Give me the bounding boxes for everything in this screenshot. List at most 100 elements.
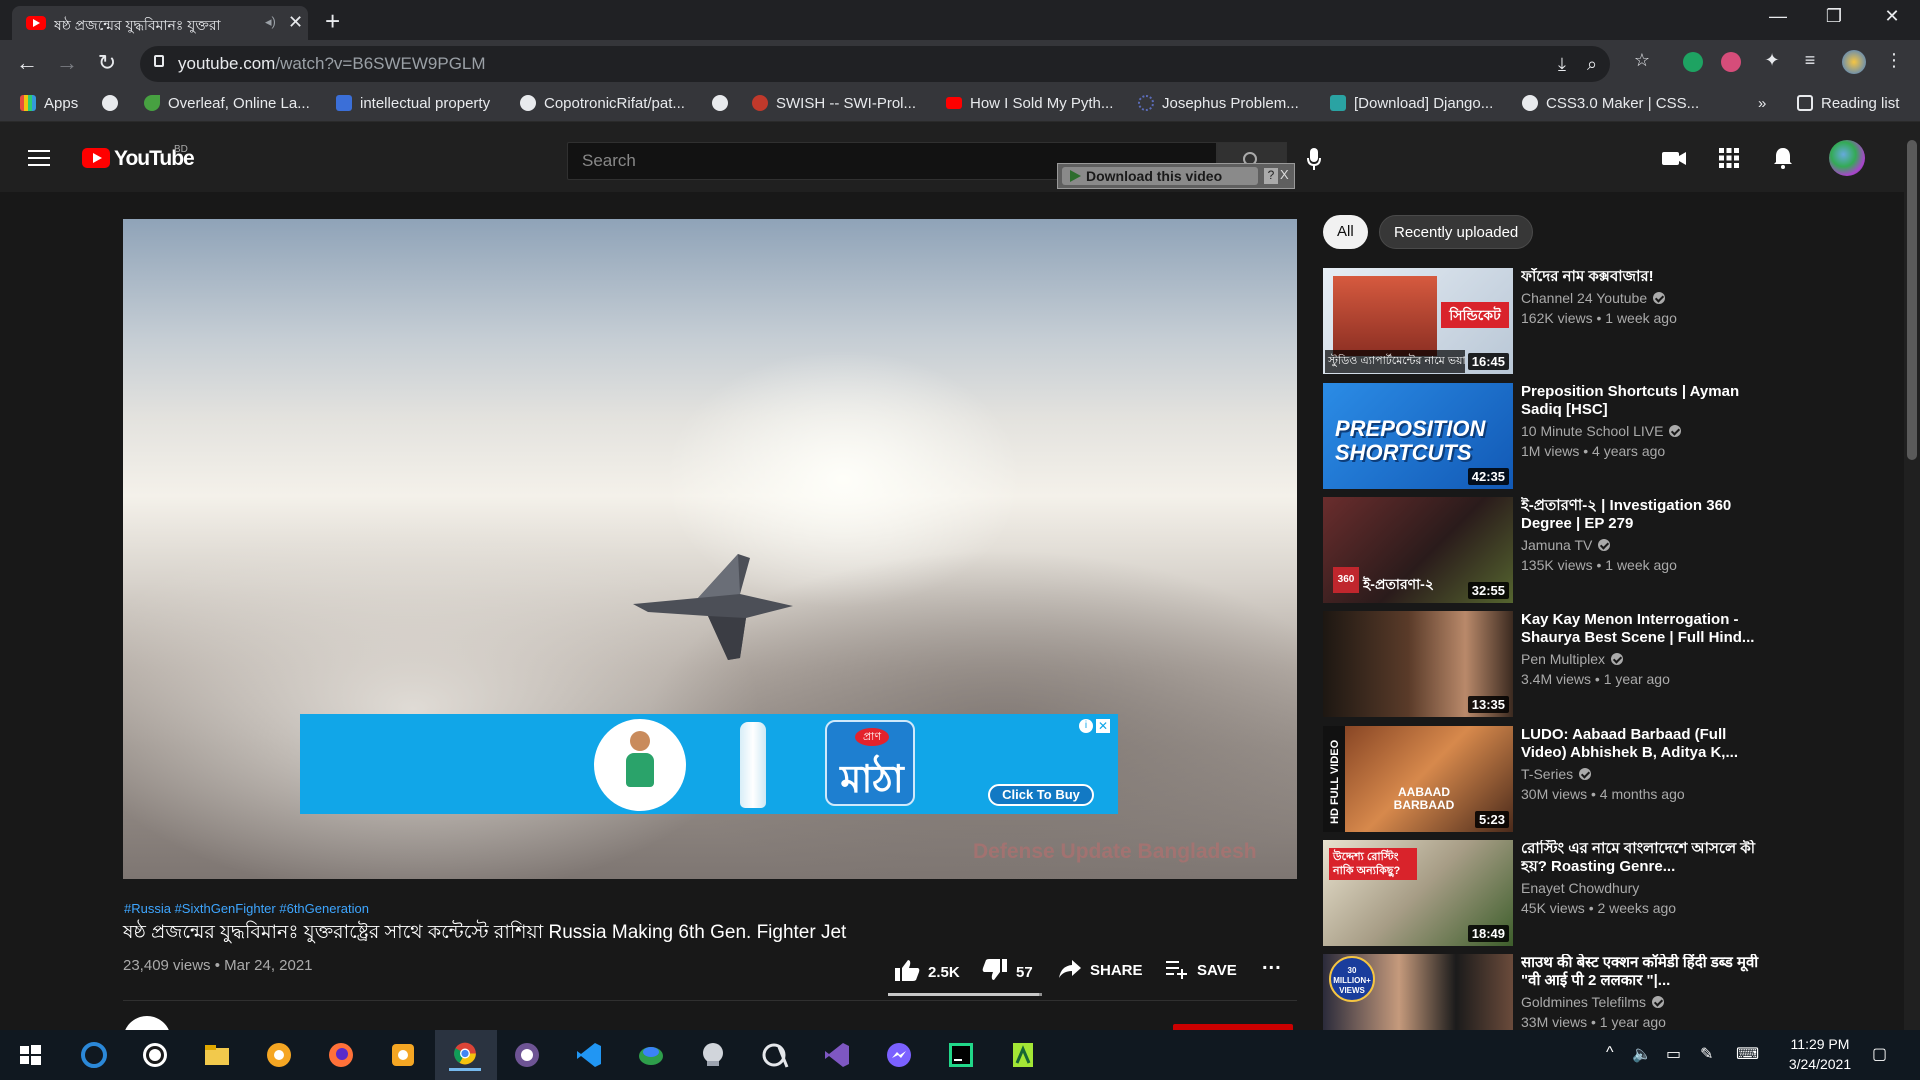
recommendation-item[interactable]: PREPOSITION SHORTCUTS 42:35 Preposition … xyxy=(1323,383,1763,489)
bookmark-apps[interactable]: Apps xyxy=(20,95,78,112)
recommendation-item[interactable]: 360 ই-প্রতারণা-২ 32:55 ই-প্রতারণা-২ | In… xyxy=(1323,497,1763,603)
recommendation-title[interactable]: Kay Kay Menon Interrogation - Shaurya Be… xyxy=(1521,611,1761,647)
recommendation-title[interactable]: LUDO: Aabaad Barbaad (Full Video) Abhish… xyxy=(1521,726,1761,762)
close-window-icon[interactable]: ✕ xyxy=(1872,6,1912,27)
bookmark-star-icon[interactable]: ☆ xyxy=(1630,50,1654,71)
ad-close-icon[interactable]: ✕ xyxy=(1096,719,1110,733)
microphone-icon[interactable] xyxy=(1307,148,1321,170)
ad-info-icon[interactable]: i xyxy=(1079,719,1093,733)
video-thumbnail[interactable]: 360 ই-প্রতারণা-২ 32:55 xyxy=(1323,497,1513,603)
show-hidden-icons[interactable]: ^ xyxy=(1606,1044,1614,1062)
app-icon[interactable] xyxy=(1007,1039,1039,1071)
like-button[interactable]: 2.5K xyxy=(894,958,960,982)
recommendation-item[interactable]: সিন্ডিকেট স্টুডিও এ্যাপার্টমেন্টের নামে … xyxy=(1323,268,1763,374)
file-explorer-icon[interactable] xyxy=(201,1039,233,1071)
network-icon[interactable]: ▭ xyxy=(1666,1044,1681,1064)
chrome-icon[interactable] xyxy=(449,1039,481,1071)
extensions-puzzle-icon[interactable]: ✦ xyxy=(1760,50,1784,71)
clock-time[interactable]: 11:29 PM xyxy=(1780,1036,1860,1052)
video-thumbnail[interactable]: HD FULL VIDEO AABAAD BARBAAD 5:23 xyxy=(1323,726,1513,832)
dislike-button[interactable]: 57 xyxy=(982,958,1033,982)
youtube-logo-icon[interactable] xyxy=(82,148,110,168)
vscode-icon[interactable] xyxy=(573,1039,605,1071)
forward-arrow-icon[interactable]: → xyxy=(52,50,82,76)
recommendation-item[interactable]: 30 MILLION+ VIEWS साउथ की बेस्ट एक्शन कॉ… xyxy=(1323,954,1763,1030)
scrollbar-thumb[interactable] xyxy=(1907,140,1917,460)
download-video-button[interactable]: Download this video xyxy=(1062,167,1258,185)
messenger-icon[interactable] xyxy=(883,1039,915,1071)
search-assistant-icon[interactable] xyxy=(78,1039,110,1071)
apps-grid-icon[interactable] xyxy=(1716,146,1742,170)
video-player[interactable]: Defense Update Bangladesh প্রাণ মাঠা Cli… xyxy=(123,219,1297,879)
recommendation-channel[interactable]: Pen Multiplex xyxy=(1521,651,1624,667)
account-avatar[interactable] xyxy=(1829,140,1865,176)
whatsapp-icon[interactable] xyxy=(139,1039,171,1071)
bookmark-css-maker[interactable]: CSS3.0 Maker | CSS... xyxy=(1522,95,1699,112)
create-video-icon[interactable] xyxy=(1661,146,1687,170)
browser-icon[interactable] xyxy=(263,1039,295,1071)
more-actions-button[interactable]: ... xyxy=(1262,952,1282,975)
zoom-icon[interactable]: ⌕ xyxy=(1580,54,1604,75)
bookmark-youtube[interactable]: How I Sold My Pyth... xyxy=(946,95,1113,112)
windows-start-icon[interactable] xyxy=(14,1039,46,1071)
pen-icon[interactable]: ✎ xyxy=(1700,1044,1713,1064)
recommendation-title[interactable]: ই-প্রতারণা-২ | Investigation 360 Degree … xyxy=(1521,497,1761,533)
notifications-bell-icon[interactable] xyxy=(1770,146,1796,170)
extension-icon[interactable] xyxy=(1721,52,1741,72)
keyboard-icon[interactable]: ⌨ xyxy=(1736,1044,1759,1064)
video-thumbnail[interactable]: 13:35 xyxy=(1323,611,1513,717)
download-help-button[interactable]: ? xyxy=(1264,168,1278,184)
app-icon[interactable] xyxy=(387,1039,419,1071)
firefox-icon[interactable] xyxy=(325,1039,357,1071)
visual-studio-icon[interactable] xyxy=(821,1039,853,1071)
bookmark-github[interactable]: CopotronicRifat/pat... xyxy=(520,95,685,112)
bookmark-django[interactable]: [Download] Django... xyxy=(1330,95,1493,112)
bookmark-josephus[interactable]: Josephus Problem... xyxy=(1138,95,1299,112)
lock-icon[interactable] xyxy=(154,55,164,67)
bookmarks-overflow-button[interactable]: » xyxy=(1758,95,1766,112)
video-thumbnail[interactable]: সিন্ডিকেট স্টুডিও এ্যাপার্টমেন্টের নামে … xyxy=(1323,268,1513,374)
media-control-icon[interactable]: ≡ xyxy=(1798,50,1822,71)
video-thumbnail[interactable]: 30 MILLION+ VIEWS xyxy=(1323,954,1513,1030)
volume-icon[interactable]: 🔈 xyxy=(1632,1044,1652,1064)
notifications-icon[interactable]: ▢ xyxy=(1872,1044,1887,1064)
recommendation-title[interactable]: রোস্টিং এর নামে বাংলাদেশে আসলে কী হয়? R… xyxy=(1521,840,1761,876)
share-button[interactable]: SHARE xyxy=(1058,958,1143,980)
bookmark-globe-1[interactable] xyxy=(102,95,126,112)
pycharm-icon[interactable] xyxy=(945,1039,977,1071)
minimize-window-icon[interactable]: — xyxy=(1758,6,1798,27)
video-hashtags[interactable]: #Russia #SixthGenFighter #6thGeneration xyxy=(124,901,369,916)
recommendation-channel[interactable]: 10 Minute School LIVE xyxy=(1521,423,1682,439)
recommendation-channel[interactable]: T-Series xyxy=(1521,766,1592,782)
recommendation-title[interactable]: Preposition Shortcuts | Ayman Sadiq [HSC… xyxy=(1521,383,1761,419)
chip-recently-uploaded[interactable]: Recently uploaded xyxy=(1379,215,1534,249)
install-app-icon[interactable]: ⤓ xyxy=(1550,54,1574,75)
menu-hamburger-icon[interactable] xyxy=(28,150,50,166)
app-icon[interactable] xyxy=(635,1039,667,1071)
reload-icon[interactable]: ↻ xyxy=(92,50,122,76)
reading-list-button[interactable]: Reading list xyxy=(1797,95,1899,112)
tab-close-icon[interactable]: ✕ xyxy=(288,12,303,33)
back-arrow-icon[interactable]: ← xyxy=(12,50,42,76)
browser-tab-active[interactable]: ষষ্ঠ প্রজন্মের যুদ্ধবিমানঃ যুক্তরা ◂) ✕ xyxy=(12,6,308,40)
video-thumbnail[interactable]: PREPOSITION SHORTCUTS 42:35 xyxy=(1323,383,1513,489)
restore-window-icon[interactable]: ❐ xyxy=(1814,6,1854,27)
bookmark-swish[interactable]: SWISH -- SWI-Prol... xyxy=(752,95,916,112)
recommendation-title[interactable]: साउथ की बेस्ट एक्शन कॉमेडी हिंदी डब्ड मू… xyxy=(1521,954,1761,990)
clock-date[interactable]: 3/24/2021 xyxy=(1780,1056,1860,1072)
app-icon[interactable] xyxy=(697,1039,729,1071)
chip-all[interactable]: All xyxy=(1323,215,1368,249)
recommendation-channel[interactable]: Jamuna TV xyxy=(1521,537,1611,553)
download-close-button[interactable]: X xyxy=(1280,167,1289,182)
bookmark-intellectual-property[interactable]: intellectual property xyxy=(336,95,490,112)
bookmark-globe-2[interactable] xyxy=(712,95,736,112)
recommendation-channel[interactable]: Enayet Chowdhury xyxy=(1521,880,1639,896)
address-bar[interactable]: youtube.com/watch?v=B6SWEW9PGLM ⤓ ⌕ xyxy=(140,46,1610,82)
recommendation-channel[interactable]: Goldmines Telefilms xyxy=(1521,994,1665,1010)
audio-playing-icon[interactable]: ◂) xyxy=(265,14,276,30)
video-thumbnail[interactable]: উদ্দেশ্য রোস্টিং নাকি অন্যকিছু? 18:49 xyxy=(1323,840,1513,946)
overlay-ad-banner[interactable]: প্রাণ মাঠা Click To Buy i ✕ xyxy=(300,714,1118,814)
github-desktop-icon[interactable] xyxy=(511,1039,543,1071)
recommendation-title[interactable]: ফাঁদের নাম কক্সবাজার! xyxy=(1521,268,1761,286)
recommendation-item[interactable]: উদ্দেশ্য রোস্টিং নাকি অন্যকিছু? 18:49 রো… xyxy=(1323,840,1763,946)
